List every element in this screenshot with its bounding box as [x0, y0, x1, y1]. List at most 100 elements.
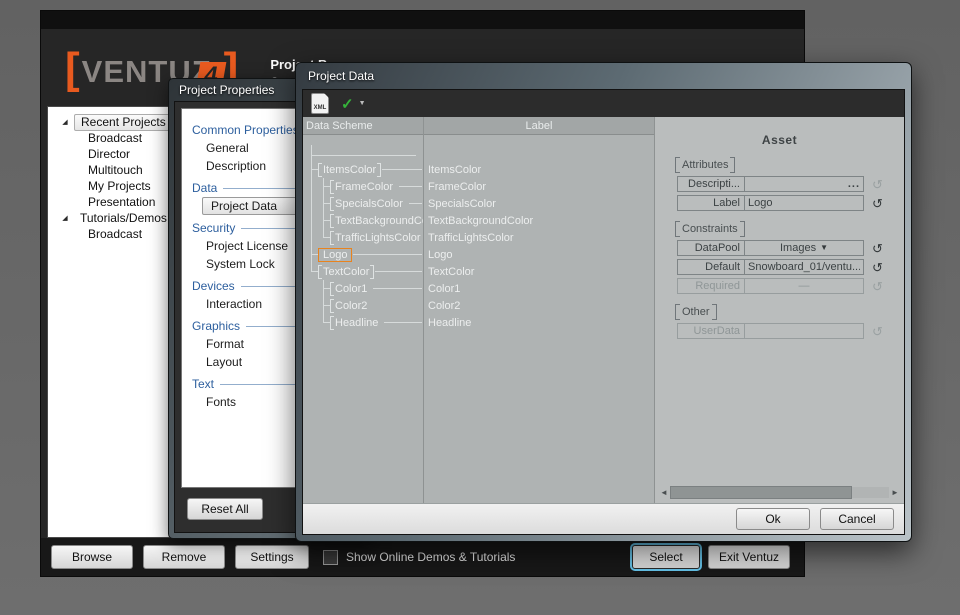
datapool-row: DataPool Images ▼ ↺: [677, 240, 904, 256]
label-row: Label Logo ↺: [677, 195, 904, 211]
label-cell[interactable]: Color1: [424, 280, 654, 297]
tree-node-textcolor[interactable]: TextColor: [303, 263, 423, 280]
nav-item-label: Layout: [206, 355, 242, 369]
validate-check-icon[interactable]: ✓: [341, 95, 354, 113]
xml-file-icon[interactable]: XML: [311, 93, 329, 114]
tree-node-color1[interactable]: Color1: [303, 280, 423, 297]
column-header-label: Data Scheme: [306, 120, 373, 132]
label-label: Label: [677, 195, 745, 211]
label-cell[interactable]: ItemsColor: [424, 161, 654, 178]
required-row: Required — ↺: [677, 278, 904, 294]
label-cell[interactable]: SpecialsColor: [424, 195, 654, 212]
data-grid: Data Scheme: [303, 117, 904, 503]
description-field[interactable]: ...: [745, 176, 864, 192]
reset-all-button[interactable]: Reset All: [187, 498, 263, 520]
undo-icon[interactable]: ↺: [872, 261, 883, 274]
logo-bracket-left: [: [65, 49, 80, 89]
exit-ventuz-button[interactable]: Exit Ventuz: [708, 545, 790, 569]
label-cell[interactable]: FrameColor: [424, 178, 654, 195]
datapool-value: Images: [780, 242, 816, 254]
userdata-row: UserData ↺: [677, 323, 904, 339]
browse-button[interactable]: Browse: [51, 545, 133, 569]
asset-panel: Asset Attributes Descripti... ... ↺ Labe…: [655, 117, 904, 503]
nav-item-label: Format: [206, 337, 244, 351]
label-cell[interactable]: TextColor: [424, 263, 654, 280]
nav-item-label: Project Data: [211, 199, 277, 213]
tree-node-trafficlightscolor[interactable]: TrafficLightsColor: [303, 229, 423, 246]
column-label: Label ItemsColor FrameColor SpecialsColo…: [424, 117, 655, 503]
tree-node-framecolor[interactable]: FrameColor: [303, 178, 423, 195]
required-label: Required: [677, 278, 745, 294]
label-text: ItemsColor: [428, 164, 481, 176]
tree-node-label: Logo: [318, 248, 352, 262]
label-text: Color1: [428, 283, 460, 295]
tree-group-label: Tutorials/Demos: [74, 211, 173, 225]
nav-section-label: Graphics: [192, 319, 240, 333]
tree-node-label: Color1: [330, 282, 372, 296]
dialog-title: Project Data: [308, 69, 374, 83]
select-button[interactable]: Select: [632, 545, 700, 569]
label-rows: ItemsColor FrameColor SpecialsColor Text…: [424, 135, 654, 503]
nav-item-label: Description: [206, 159, 266, 173]
datapool-dropdown[interactable]: Images ▼: [745, 240, 864, 256]
expand-arrow-icon[interactable]: ◢: [60, 118, 70, 126]
label-text: Headline: [428, 317, 471, 329]
chevron-down-icon[interactable]: ▼: [359, 100, 366, 107]
tree-node-headline[interactable]: Headline: [303, 314, 423, 331]
ok-button[interactable]: Ok: [736, 508, 810, 530]
undo-icon: ↺: [872, 280, 883, 293]
scroll-right-arrow[interactable]: ►: [889, 488, 901, 497]
default-label: Default: [677, 259, 745, 275]
settings-button[interactable]: Settings: [235, 545, 309, 569]
dialog-titlebar[interactable]: Project Data: [296, 63, 911, 89]
tree-node-specialscolor[interactable]: SpecialsColor: [303, 195, 423, 212]
dialog-body: XML ✓ ▼ Data Scheme: [302, 89, 905, 535]
undo-icon[interactable]: ↺: [872, 242, 883, 255]
nav-section-label: Data: [192, 181, 217, 195]
datapool-label: DataPool: [677, 240, 745, 256]
nav-item-label: Fonts: [206, 395, 236, 409]
tree-item-label: Broadcast: [88, 131, 142, 145]
label-cell[interactable]: TrafficLightsColor: [424, 229, 654, 246]
group-constraints: Constraints: [675, 221, 745, 237]
column-header-label-col: Label: [424, 117, 654, 135]
tree-node-label: TextColor: [318, 265, 374, 279]
nav-item-label: Interaction: [206, 297, 262, 311]
tree-node-label: TrafficLightsColor: [330, 231, 423, 245]
tree-node-color2[interactable]: Color2: [303, 297, 423, 314]
label-cell[interactable]: Headline: [424, 314, 654, 331]
group-attributes: Attributes: [675, 157, 735, 173]
scrollbar-thumb[interactable]: [670, 486, 852, 499]
cancel-button[interactable]: Cancel: [820, 508, 894, 530]
tree-node-logo-selected[interactable]: Logo: [303, 246, 423, 263]
nav-item-label: General: [206, 141, 249, 155]
expand-arrow-icon[interactable]: ◢: [60, 214, 70, 222]
scroll-left-arrow[interactable]: ◄: [658, 488, 670, 497]
label-field[interactable]: Logo: [745, 195, 864, 211]
label-text: FrameColor: [428, 181, 486, 193]
label-text: SpecialsColor: [428, 198, 496, 210]
label-cell[interactable]: TextBackgroundColor: [424, 212, 654, 229]
userdata-field: [745, 323, 864, 339]
tree-node-label: SpecialsColor: [330, 197, 408, 211]
dialog-footer: Ok Cancel: [303, 503, 904, 534]
tree-node-itemscolor[interactable]: ItemsColor: [303, 161, 423, 178]
nav-item-project-data-selected[interactable]: Project Data: [202, 197, 306, 215]
nav-section-label: Text: [192, 377, 214, 391]
label-cell[interactable]: Color2: [424, 297, 654, 314]
undo-icon[interactable]: ↺: [872, 197, 883, 210]
show-online-demos-checkbox[interactable]: [323, 550, 338, 565]
project-data-dialog: Project Data XML ✓ ▼ Data Scheme: [295, 62, 912, 542]
label-cell[interactable]: Logo: [424, 246, 654, 263]
horizontal-scrollbar[interactable]: ◄ ►: [658, 486, 901, 499]
dropdown-arrow-icon: ▼: [820, 242, 828, 254]
tree-item-label: My Projects: [88, 179, 151, 193]
browse-ellipsis-button[interactable]: ...: [848, 178, 860, 190]
required-field: —: [745, 278, 864, 294]
scrollbar-track[interactable]: [670, 487, 889, 498]
remove-button[interactable]: Remove: [143, 545, 225, 569]
default-field[interactable]: Snowboard_01/ventu...: [745, 259, 864, 275]
tree-node-label: Color2: [330, 299, 372, 313]
required-value: —: [799, 280, 810, 292]
tree-node-textbackgroundcolor[interactable]: TextBackgroundColor: [303, 212, 423, 229]
